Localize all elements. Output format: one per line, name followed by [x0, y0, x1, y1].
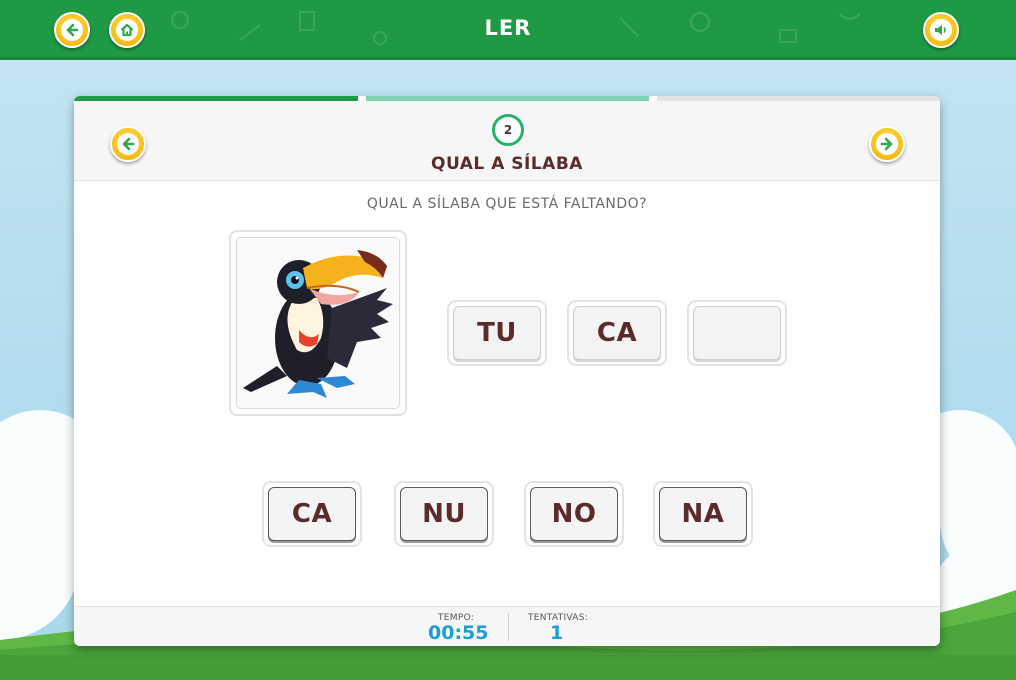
speaker-icon — [935, 25, 946, 35]
question-text: QUAL A SÍLABA QUE ESTÁ FALTANDO? — [366, 196, 648, 212]
activity-title: QUAL A SÍLABA — [431, 154, 583, 174]
sound-button[interactable] — [923, 12, 959, 48]
arrow-left-icon — [122, 137, 135, 151]
arrow-right-icon — [880, 137, 893, 151]
syllable-text — [693, 306, 781, 360]
next-question-button[interactable] — [869, 126, 905, 162]
syllable-text: TU — [453, 306, 541, 360]
step-number: 2 — [503, 123, 513, 137]
word-slot-2: CA — [567, 300, 667, 366]
option-tile-2[interactable]: NU — [394, 481, 494, 547]
option-label: NA — [659, 487, 747, 541]
picture-card — [229, 230, 407, 416]
picture-inner — [236, 237, 400, 409]
word-slot-1: TU — [447, 300, 547, 366]
option-tile-3[interactable]: NO — [524, 481, 624, 547]
option-label: NO — [530, 487, 618, 541]
option-label: CA — [268, 487, 356, 541]
page-title: LER — [484, 16, 532, 40]
card-header: 2 QUAL A SÍLABA — [74, 101, 940, 181]
option-tile-1[interactable]: CA — [262, 481, 362, 547]
card-footer: TEMPO: 00:55 TENTATIVAS: 1 — [74, 606, 940, 646]
toucan-illustration — [243, 250, 393, 398]
syllable-text: CA — [573, 306, 661, 360]
missing-syllable-slot[interactable] — [687, 300, 787, 366]
step-badge: 2 — [492, 114, 524, 146]
attempts-value: 1 — [550, 622, 564, 644]
footer-divider — [508, 613, 509, 641]
activity-card: 2 QUAL A SÍLABA QUAL A SÍLABA QUE ESTÁ F… — [74, 96, 940, 646]
option-label: NU — [400, 487, 488, 541]
option-tile-4[interactable]: NA — [653, 481, 753, 547]
time-value: 00:55 — [428, 622, 489, 644]
